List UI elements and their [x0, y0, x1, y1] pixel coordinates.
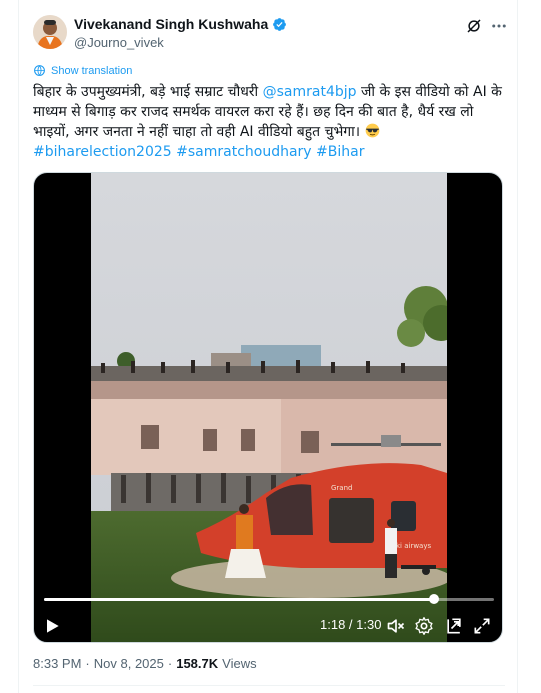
meta-separator: · — [85, 656, 90, 671]
views-label: Views — [222, 656, 257, 671]
tweet-meta: 8:33 PM · Nov 8, 2025 · 158.7K Views — [33, 656, 257, 671]
sunglasses-emoji-icon — [365, 123, 379, 138]
tweet-card: Vivekanand Singh Kushwaha @Journo_vivek … — [18, 0, 518, 693]
divider — [33, 685, 505, 686]
play-icon[interactable] — [42, 616, 62, 636]
hashtag-link[interactable]: #samratchoudhary — [176, 144, 311, 160]
author-name-row[interactable]: Vivekanand Singh Kushwaha — [74, 16, 287, 32]
heli-brand-text: Grand — [331, 484, 352, 492]
show-translation-link[interactable]: Show translation — [33, 64, 132, 77]
hashtag-link[interactable]: #biharelection2025 — [33, 144, 172, 160]
mention-link[interactable]: @samrat4bjp — [263, 84, 357, 100]
picture-in-picture-icon[interactable] — [444, 616, 464, 636]
fullscreen-icon[interactable] — [472, 616, 492, 636]
volume-muted-icon[interactable] — [386, 616, 406, 636]
video-player[interactable]: Grand ki airways 1:18 / 1:30 — [33, 172, 503, 643]
tweet-text: बिहार के उपमुख्यमंत्री, बड़े भाई सम्राट … — [33, 82, 509, 162]
video-progress-fill — [44, 598, 435, 601]
author-display-name[interactable]: Vivekanand Singh Kushwaha — [74, 16, 268, 32]
show-translation-label[interactable]: Show translation — [51, 65, 132, 77]
video-frame: Grand ki airways — [91, 173, 447, 642]
verified-badge-icon — [273, 17, 287, 31]
views-count: 158.7K — [176, 656, 219, 671]
tweet-time[interactable]: 8:33 PM — [33, 656, 81, 671]
more-options-icon[interactable] — [489, 17, 509, 35]
heli-airline-text: ki airways — [396, 542, 431, 550]
settings-gear-icon[interactable] — [414, 616, 434, 636]
video-time-label: 1:18 / 1:30 — [320, 617, 382, 632]
grok-icon[interactable] — [465, 17, 483, 35]
author-handle[interactable]: @Journo_vivek — [74, 35, 164, 50]
video-progress-bar[interactable] — [44, 594, 494, 604]
tweet-date[interactable]: Nov 8, 2025 — [94, 656, 164, 671]
translate-icon — [34, 65, 45, 76]
meta-separator: · — [167, 656, 173, 671]
hashtag-link[interactable]: #Bihar — [316, 144, 364, 160]
avatar[interactable] — [33, 15, 67, 49]
tweet-text-part: बिहार के उपमुख्यमंत्री, बड़े भाई सम्राट … — [33, 84, 263, 100]
